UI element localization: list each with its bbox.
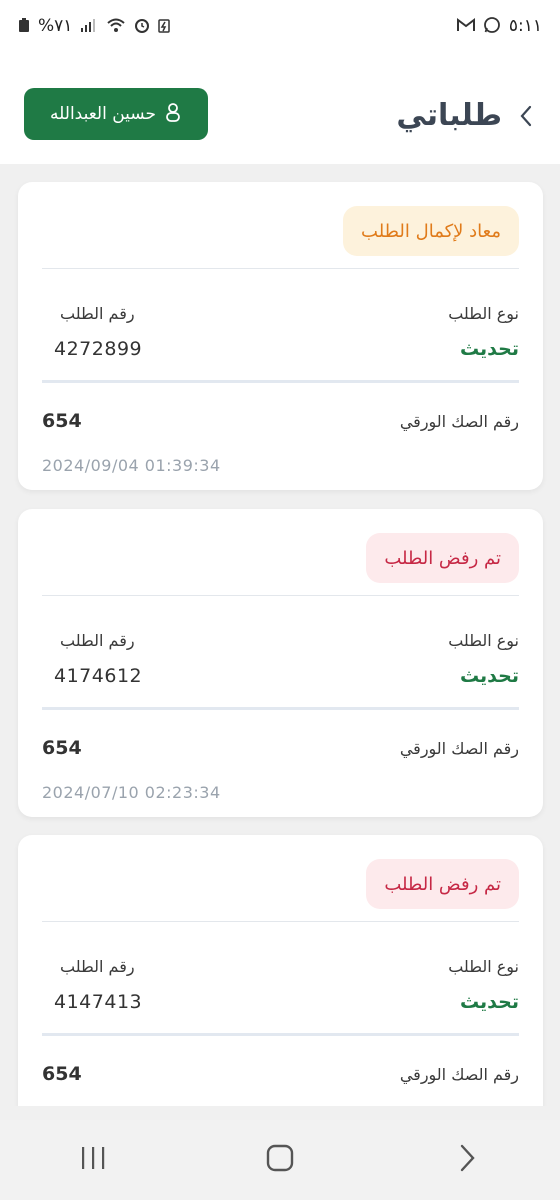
status-badge: تم رفض الطلب <box>366 859 519 909</box>
request-number-value: 4174612 <box>54 665 143 687</box>
deed-number-value: 654 <box>42 737 82 759</box>
request-type-value: تحديث <box>459 665 519 687</box>
recents-icon <box>79 1145 107 1175</box>
request-card[interactable]: تم رفض الطلب نوع الطلب رقم الطلب تحديث 4… <box>18 835 543 1106</box>
signal-icon <box>80 17 98 36</box>
divider <box>42 595 519 596</box>
request-type-label: نوع الطلب <box>448 304 519 323</box>
divider <box>42 268 519 269</box>
battery-saver-icon <box>158 17 171 36</box>
request-date: 2024/07/10 02:23:34 <box>42 783 221 802</box>
nav-back-icon <box>458 1144 476 1176</box>
request-type-label: نوع الطلب <box>448 631 519 650</box>
deed-number-value: 654 <box>42 1063 82 1085</box>
deed-number-label: رقم الصك الورقي <box>399 739 519 758</box>
deed-number-label: رقم الصك الورقي <box>399 412 519 431</box>
battery-percent: %٧١ <box>38 16 73 36</box>
app-header: حسين العبدالله طلباتي <box>0 52 560 164</box>
gmail-icon <box>456 17 475 35</box>
deed-number-label: رقم الصك الورقي <box>399 1065 519 1084</box>
home-icon <box>266 1144 294 1176</box>
status-badge: معاد لإكمال الطلب <box>343 206 519 256</box>
back-button[interactable] <box>514 104 538 132</box>
divider <box>42 707 519 710</box>
nav-home-button[interactable] <box>250 1130 310 1190</box>
status-badge: تم رفض الطلب <box>366 533 519 583</box>
divider <box>42 380 519 383</box>
request-number-value: 4272899 <box>54 338 143 360</box>
request-number-label: رقم الطلب <box>60 304 135 323</box>
battery-icon <box>18 17 30 36</box>
divider <box>42 1033 519 1036</box>
wifi-icon <box>106 17 126 36</box>
clock-time: ٥:١١ <box>508 16 542 36</box>
user-profile-button[interactable]: حسين العبدالله <box>24 88 208 140</box>
request-type-value: تحديث <box>459 338 519 360</box>
status-left: %٧١ <box>18 16 171 36</box>
user-icon <box>164 102 182 127</box>
divider <box>42 921 519 922</box>
requests-list[interactable]: معاد لإكمال الطلب نوع الطلب رقم الطلب تح… <box>0 164 560 1106</box>
alarm-icon <box>134 17 150 36</box>
status-right: ٥:١١ <box>456 16 542 37</box>
request-date: 2024/09/04 01:39:34 <box>42 456 221 475</box>
status-bar: %٧١ ٥:١١ <box>0 0 560 52</box>
request-type-value: تحديث <box>459 991 519 1013</box>
system-nav-bar <box>0 1120 560 1200</box>
request-card[interactable]: تم رفض الطلب نوع الطلب رقم الطلب تحديث 4… <box>18 509 543 817</box>
nav-recents-button[interactable] <box>63 1130 123 1190</box>
request-number-label: رقم الطلب <box>60 957 135 976</box>
user-name: حسين العبدالله <box>50 104 156 124</box>
request-card[interactable]: معاد لإكمال الطلب نوع الطلب رقم الطلب تح… <box>18 182 543 490</box>
request-number-label: رقم الطلب <box>60 631 135 650</box>
chevron-right-icon <box>519 104 533 132</box>
request-type-label: نوع الطلب <box>448 957 519 976</box>
deed-number-value: 654 <box>42 410 82 432</box>
whatsapp-icon <box>483 16 501 37</box>
page-title: طلباتي <box>396 98 502 133</box>
request-number-value: 4147413 <box>54 991 143 1013</box>
nav-back-button[interactable] <box>437 1130 497 1190</box>
